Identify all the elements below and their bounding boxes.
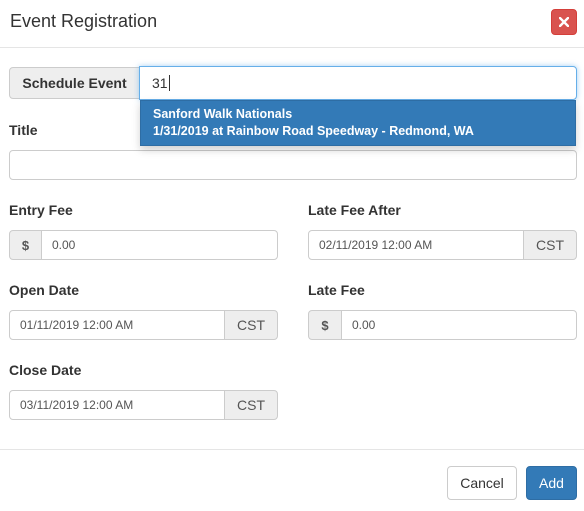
- entry-fee-value: 0.00: [52, 238, 76, 252]
- close-date-timezone: CST: [224, 390, 278, 420]
- late-fee-after-label: Late Fee After: [308, 202, 401, 218]
- late-fee-after-input[interactable]: 02/11/2019 12:00 AM: [308, 230, 524, 260]
- late-fee-after-value: 02/11/2019 12:00 AM: [319, 238, 433, 252]
- text-caret: [168, 75, 170, 91]
- schedule-event-value: 31: [152, 75, 168, 91]
- suggestion-event-name: Sanford Walk Nationals: [153, 107, 293, 121]
- schedule-event-label: Schedule Event: [9, 67, 140, 99]
- late-fee-currency: $: [308, 310, 342, 340]
- footer-divider: [0, 449, 584, 450]
- suggestion-event-details: 1/31/2019 at Rainbow Road Speedway - Red…: [153, 124, 474, 138]
- open-date-input[interactable]: 01/11/2019 12:00 AM: [9, 310, 225, 340]
- open-date-value: 01/11/2019 12:00 AM: [20, 318, 134, 332]
- entry-fee-currency: $: [9, 230, 42, 260]
- entry-fee-label: Entry Fee: [9, 202, 73, 218]
- late-fee-input[interactable]: 0.00: [341, 310, 577, 340]
- title-input[interactable]: [9, 150, 577, 180]
- late-fee-after-timezone: CST: [523, 230, 577, 260]
- open-date-label: Open Date: [9, 282, 80, 298]
- open-date-timezone: CST: [224, 310, 278, 340]
- schedule-event-suggestion[interactable]: Sanford Walk Nationals 1/31/2019 at Rain…: [140, 100, 576, 146]
- entry-fee-input[interactable]: 0.00: [41, 230, 278, 260]
- add-button[interactable]: Add: [526, 466, 577, 500]
- title-label: Title: [9, 122, 38, 138]
- schedule-event-input[interactable]: 31: [139, 66, 577, 100]
- close-date-label: Close Date: [9, 362, 82, 378]
- cancel-button[interactable]: Cancel: [447, 466, 517, 500]
- close-button[interactable]: [551, 9, 577, 35]
- close-icon: [559, 17, 569, 27]
- modal-title: Event Registration: [10, 11, 158, 31]
- close-date-input[interactable]: 03/11/2019 12:00 AM: [9, 390, 225, 420]
- close-date-value: 03/11/2019 12:00 AM: [20, 398, 134, 412]
- modal-header: Event Registration: [0, 0, 584, 48]
- late-fee-label: Late Fee: [308, 282, 365, 298]
- late-fee-value: 0.00: [352, 318, 376, 332]
